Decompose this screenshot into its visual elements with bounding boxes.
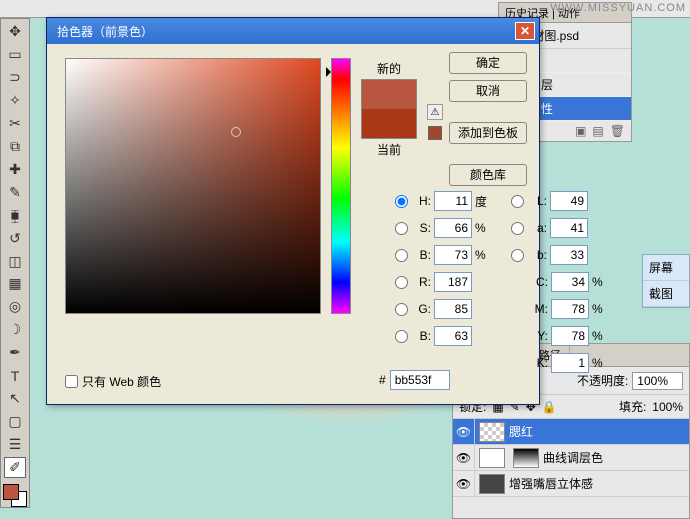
side-tab-peek: 屏幕 截图 (642, 254, 690, 308)
new-color-swatch (362, 80, 416, 109)
c-input[interactable] (551, 272, 589, 292)
g-input[interactable] (434, 299, 472, 319)
slice-tool[interactable]: ⧉ (4, 136, 26, 157)
watermark-text: WWW.MISSYUAN.COM (550, 2, 686, 14)
path-tool[interactable]: ↖ (4, 388, 26, 409)
bl-input[interactable] (434, 326, 472, 346)
new-doc-icon[interactable]: ▤ (592, 124, 603, 138)
close-button[interactable]: ✕ (515, 22, 535, 40)
layer-row[interactable]: 👁 曲线调层色 (453, 445, 689, 471)
lb-input[interactable] (550, 245, 588, 265)
layer-thumbnail (479, 448, 505, 468)
layer-row[interactable]: 👁 增强嘴唇立体感 (453, 471, 689, 497)
fill-label: 填充: (619, 398, 646, 415)
side-tab-a[interactable]: 屏幕 (643, 255, 689, 281)
l-input[interactable] (550, 191, 588, 211)
lb-radio[interactable] (511, 249, 524, 262)
history-brush-tool[interactable]: ↺ (4, 228, 26, 249)
opacity-input[interactable]: 100% (632, 372, 683, 390)
trash-icon[interactable]: 🗑 (610, 124, 625, 138)
a-input[interactable] (550, 218, 588, 238)
s-input[interactable] (434, 218, 472, 238)
opacity-label: 不透明度: (577, 372, 628, 389)
brush-tool[interactable]: ✎ (4, 182, 26, 203)
layer-name: 腮红 (509, 423, 533, 440)
h-radio[interactable] (395, 195, 408, 208)
layer-mask-thumbnail (513, 448, 539, 468)
move-tool[interactable]: ✥ (4, 21, 26, 42)
type-tool[interactable]: T (4, 365, 26, 386)
bl-radio[interactable] (395, 330, 408, 343)
foreground-swatch[interactable] (3, 484, 19, 500)
visibility-icon[interactable]: 👁 (453, 445, 475, 470)
hue-slider[interactable] (331, 58, 351, 314)
layer-thumbnail (479, 474, 505, 494)
layer-name: 曲线调层色 (543, 449, 603, 466)
layer-name: 增强嘴唇立体感 (509, 475, 593, 492)
crop-tool[interactable]: ✂ (4, 113, 26, 134)
lasso-tool[interactable]: ⊃ (4, 67, 26, 88)
visibility-icon[interactable]: 👁 (453, 419, 475, 444)
color-field-marker (231, 127, 241, 137)
ok-button[interactable]: 确定 (449, 52, 527, 74)
cancel-button[interactable]: 取消 (449, 80, 527, 102)
stamp-tool[interactable]: ⧯ (4, 205, 26, 226)
h-input[interactable] (434, 191, 472, 211)
dialog-title: 拾色器（前景色） (51, 23, 515, 40)
eraser-tool[interactable]: ◫ (4, 251, 26, 272)
m-input[interactable] (551, 299, 589, 319)
marquee-tool[interactable]: ▭ (4, 44, 26, 65)
b-input[interactable] (434, 245, 472, 265)
visibility-icon[interactable]: 👁 (453, 471, 475, 496)
fill-input[interactable]: 100% (652, 400, 683, 414)
eyedropper-tool[interactable]: ✐ (4, 457, 26, 478)
new-color-label: 新的 (377, 60, 401, 77)
hex-input[interactable] (390, 370, 450, 390)
color-libraries-button[interactable]: 颜色库 (449, 164, 527, 186)
k-input[interactable] (551, 353, 589, 373)
current-color-label: 当前 (377, 141, 401, 158)
r-radio[interactable] (395, 276, 408, 289)
gamut-color-swatch[interactable] (428, 126, 442, 140)
r-input[interactable] (434, 272, 472, 292)
a-radio[interactable] (511, 222, 524, 235)
dialog-titlebar[interactable]: 拾色器（前景色） ✕ (47, 18, 539, 44)
side-tab-b[interactable]: 截图 (643, 281, 689, 307)
add-swatch-button[interactable]: 添加到色板 (449, 122, 527, 144)
shape-tool[interactable]: ▢ (4, 411, 26, 432)
g-radio[interactable] (395, 303, 408, 316)
dodge-tool[interactable]: ☽ (4, 319, 26, 340)
color-preview (361, 79, 417, 139)
blur-tool[interactable]: ◎ (4, 296, 26, 317)
notes-tool[interactable]: ☰ (4, 434, 26, 455)
gamut-warning-icon[interactable]: ⚠ (427, 104, 443, 120)
pen-tool[interactable]: ✒ (4, 342, 26, 363)
hex-label: # (379, 373, 386, 387)
y-input[interactable] (551, 326, 589, 346)
s-radio[interactable] (395, 222, 408, 235)
wand-tool[interactable]: ✧ (4, 90, 26, 111)
current-color-swatch[interactable] (362, 109, 416, 138)
lock-all-icon[interactable]: 🔒 (542, 400, 557, 414)
layer-row[interactable]: 👁 腮红 (453, 419, 689, 445)
color-picker-dialog: 拾色器（前景色） ✕ 新的 当前 ⚠ 确定 取消 添加到色板 颜色库 (46, 17, 540, 405)
gradient-tool[interactable]: ▦ (4, 273, 26, 294)
b-radio[interactable] (395, 249, 408, 262)
color-swatches[interactable] (3, 484, 27, 507)
color-field[interactable] (65, 58, 321, 314)
layer-thumbnail (479, 422, 505, 442)
toolbox: ✥ ▭ ⊃ ✧ ✂ ⧉ ✚ ✎ ⧯ ↺ ◫ ▦ ◎ ☽ ✒ T ↖ ▢ ☰ ✐ (0, 18, 30, 508)
l-radio[interactable] (511, 195, 524, 208)
heal-tool[interactable]: ✚ (4, 159, 26, 180)
web-only-label: 只有 Web 颜色 (82, 373, 161, 390)
new-snapshot-icon[interactable]: ▣ (575, 124, 586, 138)
web-only-checkbox[interactable] (65, 375, 78, 388)
